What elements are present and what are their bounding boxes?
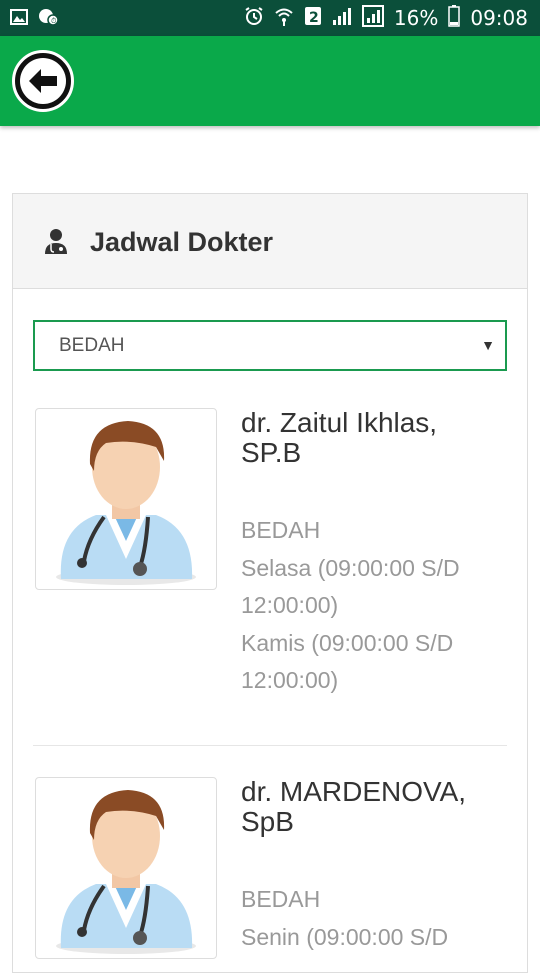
specialty-select[interactable]: BEDAH ▼ [33,320,507,371]
alarm-icon [244,6,264,30]
signal-icon [332,6,352,30]
doctor-avatar [35,777,217,959]
schedule-line: 12:00:00) [241,592,339,618]
svg-text:⏱: ⏱ [51,17,57,25]
app-bar [0,36,540,126]
panel-header: Jadwal Dokter [13,194,527,289]
doctor-name-line1: dr. Zaitul Ikhlas, [241,407,438,438]
schedule-line: Selasa (09:00:00 S/D [241,554,460,581]
svg-text:2: 2 [309,10,319,26]
status-bar: ⏱ 2 16% 09:08 [0,0,540,36]
specialty-select-value: BEDAH [59,335,125,356]
doctor-specialty: BEDAH [241,517,321,543]
clock: 09:08 [470,6,528,30]
doctor-schedule-info: BEDAH Senin (09:00:00 S/D [241,881,511,956]
panel-title: Jadwal Dokter [90,227,274,257]
location-notification-icon: ⏱ [38,8,59,30]
doctor-divider [33,745,507,746]
doctor-schedule-info: BEDAH Selasa (09:00:00 S/D 12:00:00) Kam… [241,512,511,700]
doctor-icon [43,228,69,259]
doctor-avatar [35,408,217,590]
schedule-line: 12:00:00) [241,667,339,693]
back-button[interactable] [12,50,74,112]
sim-slot-icon: 2 [304,6,322,30]
doctor-name: dr. MARDENOVA, SpB [241,777,511,837]
battery-icon [448,5,461,31]
arrow-left-icon [20,58,66,104]
schedule-line: Kamis (09:00:00 S/D [241,629,454,656]
schedule-line: Senin (09:00:00 S/D [241,923,449,950]
battery-percent: 16% [393,6,439,30]
doctor-name-line1: dr. MARDENOVA, [241,776,467,807]
wifi-icon [274,6,294,30]
doctor-card[interactable]: dr. MARDENOVA, SpB BEDAH Senin (09:00:00… [33,777,507,967]
doctor-schedule-panel: Jadwal Dokter BEDAH ▼ dr. Zaitul Ikhlas, [12,193,528,973]
image-notification-icon [10,9,28,29]
doctor-specialty: BEDAH [241,886,321,912]
signal-box-icon [361,5,384,31]
dropdown-arrow-icon: ▼ [481,337,495,353]
doctor-name-line2: SP.B [241,437,302,468]
doctor-name-line2: SpB [241,806,294,837]
doctor-name: dr. Zaitul Ikhlas, SP.B [241,408,511,468]
doctor-card[interactable]: dr. Zaitul Ikhlas, SP.B BEDAH Selasa (09… [33,408,507,708]
